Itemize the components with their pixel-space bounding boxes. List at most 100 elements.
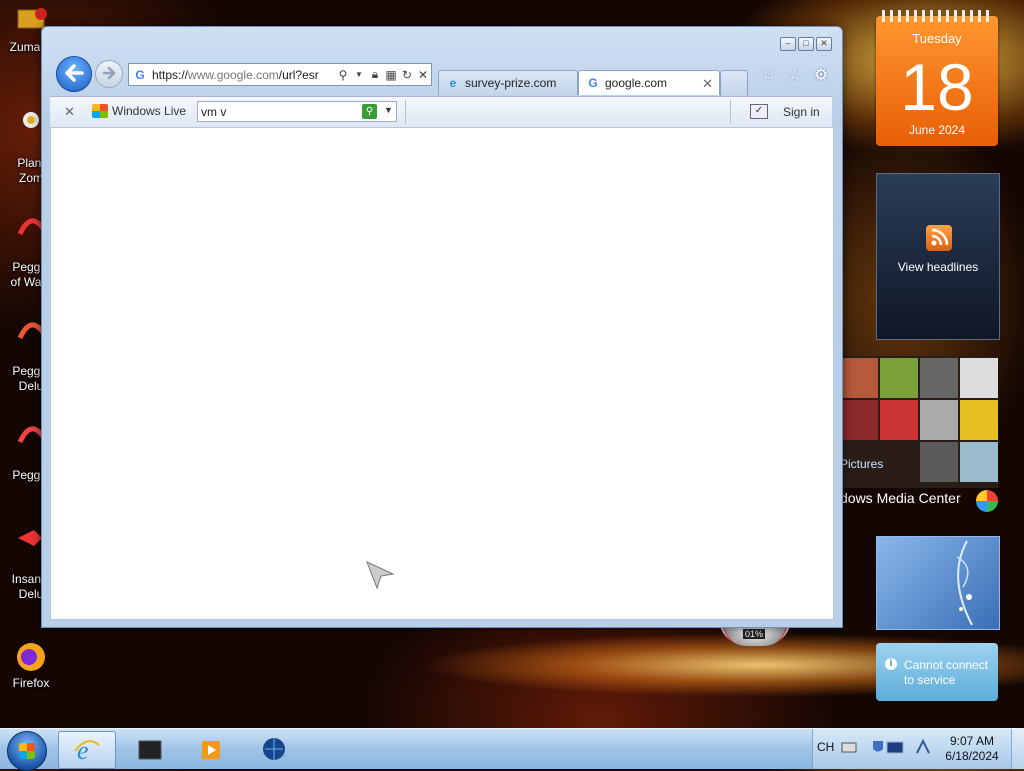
folder-icon bbox=[138, 740, 162, 760]
search-icon[interactable]: ⚲ bbox=[335, 68, 351, 82]
start-button[interactable] bbox=[7, 731, 47, 771]
media-tile bbox=[840, 358, 878, 398]
back-arrow-icon bbox=[65, 64, 84, 82]
calendar-gadget[interactable]: Tuesday 18 June 2024 bbox=[876, 10, 998, 146]
browser-tools: ⌂ ☆ ⚙ bbox=[759, 65, 831, 85]
search-input[interactable] bbox=[201, 104, 351, 119]
media-player-icon bbox=[202, 741, 220, 759]
windows-logo-icon bbox=[19, 743, 35, 759]
google-g-icon: G bbox=[135, 67, 145, 82]
lock-icon[interactable]: 🔒︎ bbox=[367, 67, 383, 82]
windows-live-label: Windows Live bbox=[112, 104, 187, 118]
info-icon: i bbox=[885, 658, 897, 670]
feed-headlines-gadget[interactable]: View headlines bbox=[876, 173, 1000, 340]
media-tile bbox=[960, 358, 998, 398]
clock-date: 6/18/2024 bbox=[945, 749, 999, 763]
sign-in-link[interactable]: Sign in bbox=[783, 105, 820, 119]
firefox-icon bbox=[17, 643, 45, 671]
close-tab-icon[interactable]: ✕ bbox=[702, 76, 713, 92]
toolbar-divider bbox=[405, 100, 406, 124]
ie-icon: e bbox=[449, 76, 457, 90]
maximize-button[interactable]: □ bbox=[798, 37, 814, 51]
refresh-icon[interactable]: ↻ bbox=[399, 68, 415, 82]
windows-logo-icon bbox=[976, 490, 998, 512]
url-scheme: https:// bbox=[152, 67, 189, 82]
favorites-star-icon[interactable]: ☆ bbox=[785, 65, 805, 85]
language-indicator[interactable]: CH bbox=[817, 740, 834, 754]
window-caption-buttons: – □ ✕ bbox=[780, 37, 832, 51]
calendar-month-year: June 2024 bbox=[908, 123, 966, 137]
vine-art-icon bbox=[956, 540, 973, 626]
new-tab-button[interactable] bbox=[720, 70, 748, 96]
tab-label: google.com bbox=[605, 76, 668, 90]
url-path: /url?esr bbox=[278, 67, 319, 82]
pictures-label: Pictures bbox=[840, 457, 884, 471]
taskbar: e CH 9:07 AM 6/18/2024 bbox=[0, 728, 1024, 771]
tab-google[interactable]: G google.com ✕ bbox=[578, 70, 720, 95]
slideshow-gadget[interactable] bbox=[876, 536, 1000, 630]
checkbox-icon[interactable]: ✓ bbox=[750, 104, 768, 119]
address-url[interactable]: https://www.google.com/url?esr bbox=[152, 68, 335, 82]
service-status-text: Cannot connect to service bbox=[904, 658, 989, 687]
taskbar-media-center[interactable] bbox=[246, 731, 302, 767]
network-icon[interactable] bbox=[915, 739, 931, 755]
clock[interactable]: 9:07 AM 6/18/2024 bbox=[937, 734, 1007, 764]
media-tile bbox=[920, 400, 958, 440]
taskbar-media-player[interactable] bbox=[184, 731, 240, 767]
windows-flag-icon bbox=[92, 104, 108, 118]
clock-time: 9:07 AM bbox=[949, 734, 995, 748]
forward-arrow-icon bbox=[102, 66, 116, 80]
desktop-icon-label: Firefox bbox=[12, 676, 50, 690]
rss-icon bbox=[926, 225, 952, 251]
search-go-icon[interactable]: ⚲ bbox=[362, 104, 377, 119]
dropdown-icon[interactable]: ▼ bbox=[351, 70, 367, 79]
home-icon[interactable]: ⌂ bbox=[759, 65, 779, 85]
minimize-button[interactable]: – bbox=[780, 37, 796, 51]
desktop-icon-firefox[interactable]: Firefox bbox=[0, 632, 62, 691]
media-tile bbox=[920, 442, 958, 482]
calendar-weekday: Tuesday bbox=[912, 31, 962, 46]
cpu-meter-value: 01% bbox=[743, 629, 766, 639]
windows-media-center-banner[interactable]: dows Media Center bbox=[840, 490, 1000, 518]
tab-label: survey-prize.com bbox=[465, 76, 557, 90]
view-headlines-label: View headlines bbox=[897, 260, 979, 274]
url-host: www.google.com bbox=[188, 67, 279, 82]
calendar-day: 18 bbox=[900, 50, 974, 124]
back-button[interactable] bbox=[56, 56, 92, 92]
mouse-cursor-icon bbox=[366, 561, 395, 590]
close-toolbar-icon[interactable]: ✕ bbox=[64, 104, 75, 120]
address-bar[interactable]: G https://www.google.com/url?esr ⚲ ▼ 🔒︎ … bbox=[128, 63, 432, 86]
windows-live-toolbar: ✕ Windows Live ⚲ ▼ ✓ Sign in bbox=[50, 96, 832, 128]
media-center-title: dows Media Center bbox=[840, 490, 961, 506]
gear-icon[interactable]: ⚙ bbox=[811, 65, 831, 85]
media-tile bbox=[960, 400, 998, 440]
google-g-icon: G bbox=[588, 76, 598, 90]
globe-icon bbox=[263, 738, 285, 760]
internet-explorer-icon: e bbox=[74, 737, 100, 763]
media-tile bbox=[840, 400, 878, 440]
close-window-button[interactable]: ✕ bbox=[816, 37, 832, 51]
calendar-rings bbox=[882, 10, 992, 22]
system-tray: CH 9:07 AM 6/18/2024 bbox=[812, 729, 1024, 769]
toolbar-search-box[interactable]: ⚲ ▼ bbox=[197, 101, 397, 122]
compatibility-view-icon[interactable]: ▦ bbox=[383, 68, 399, 82]
security-shield-icon[interactable] bbox=[869, 739, 909, 755]
service-status-gadget[interactable]: i Cannot connect to service bbox=[876, 643, 998, 701]
tab-survey-prize[interactable]: e survey-prize.com bbox=[438, 70, 578, 95]
taskbar-internet-explorer[interactable]: e bbox=[58, 731, 116, 769]
show-desktop-button[interactable] bbox=[1011, 729, 1024, 769]
media-tile bbox=[880, 358, 918, 398]
chevron-down-icon[interactable]: ▼ bbox=[384, 105, 393, 115]
toolbar-divider bbox=[730, 100, 731, 124]
media-center-gadget[interactable]: Pictures bbox=[840, 356, 998, 488]
browser-window[interactable]: – □ ✕ G https://www.google.com/url?esr ⚲… bbox=[41, 26, 843, 628]
page-content[interactable] bbox=[50, 127, 834, 620]
media-tile bbox=[880, 400, 918, 440]
keyboard-icon[interactable] bbox=[841, 739, 857, 755]
taskbar-explorer[interactable] bbox=[122, 731, 178, 767]
stop-icon[interactable]: ✕ bbox=[415, 68, 431, 82]
forward-button[interactable] bbox=[95, 60, 123, 88]
windows-live-button[interactable]: Windows Live bbox=[92, 104, 186, 118]
media-tile bbox=[960, 442, 998, 482]
media-tile bbox=[920, 358, 958, 398]
